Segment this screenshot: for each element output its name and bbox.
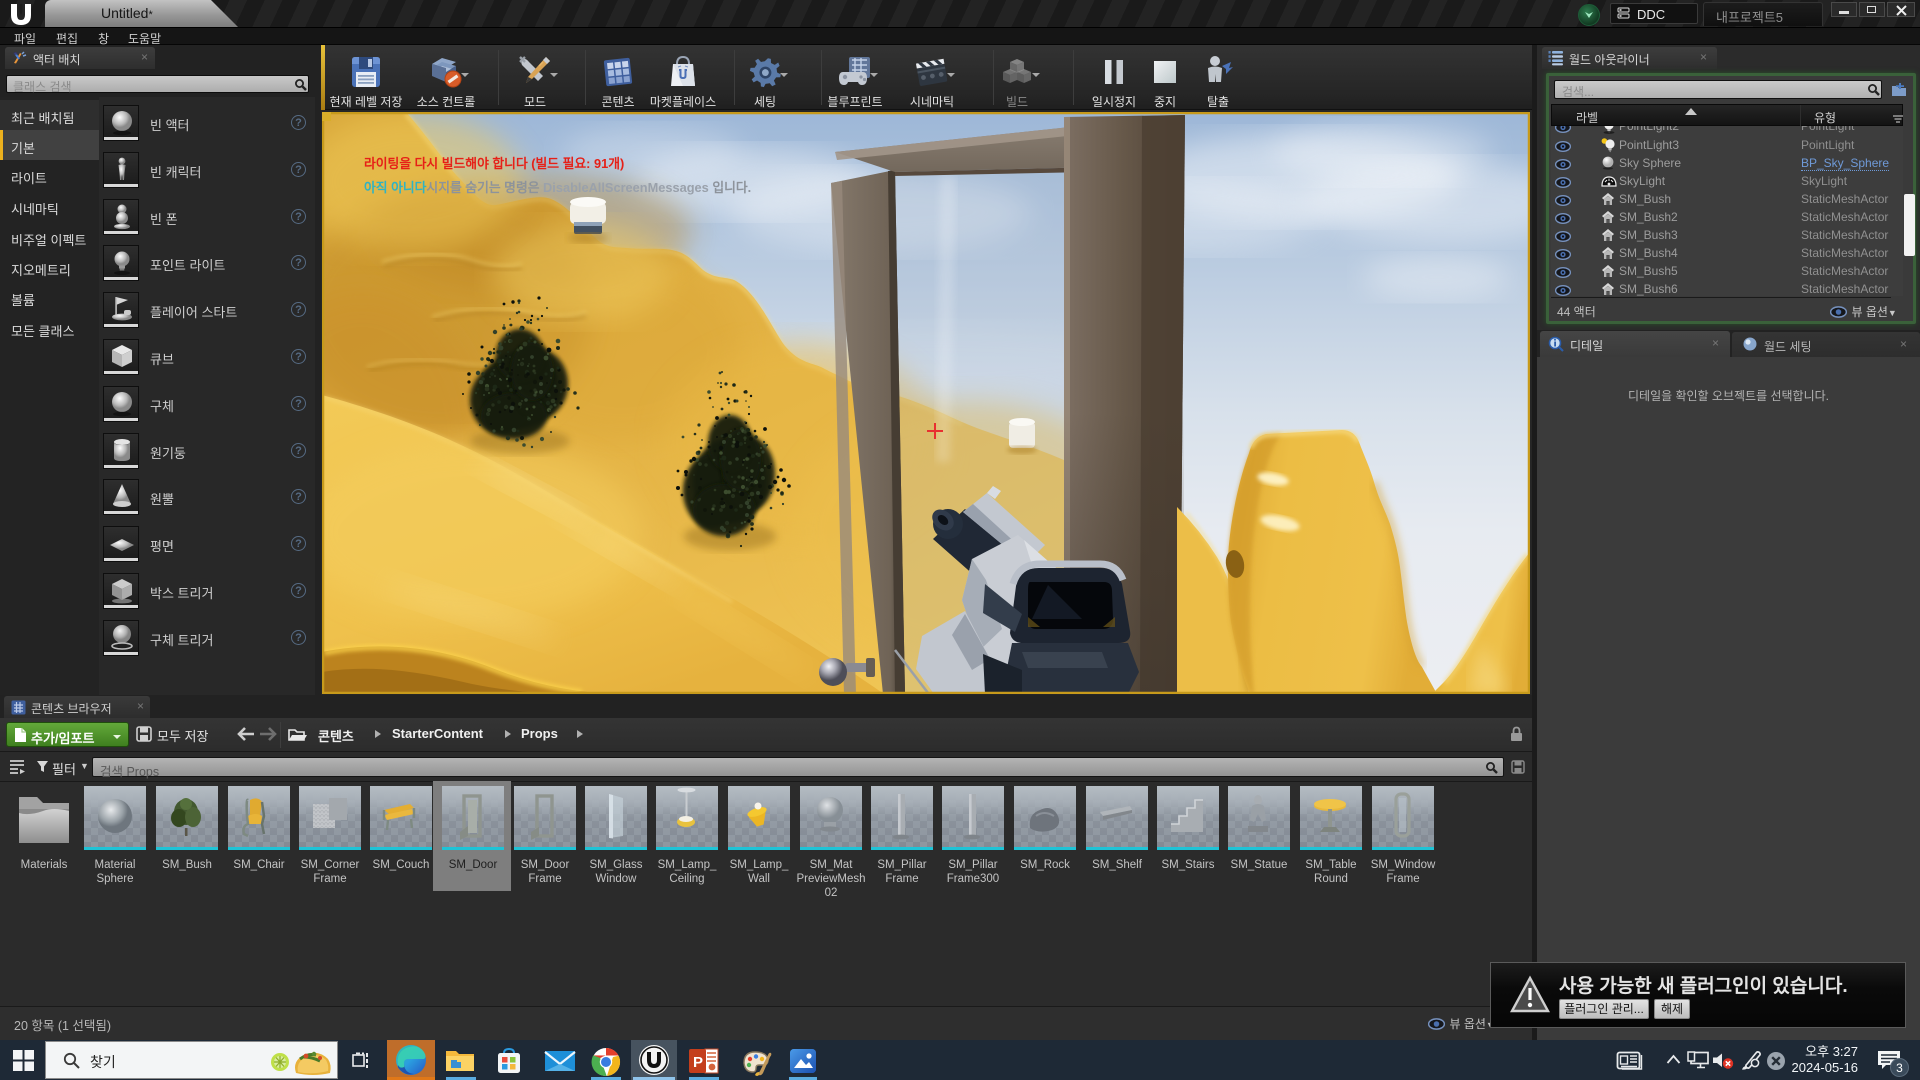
svg-text:아직 아니다시지를 숨기는 명령은 DisableAllSc: 아직 아니다시지를 숨기는 명령은 DisableAllScreenMessag… <box>364 180 751 195</box>
svg-text:라이팅을 다시 빌드해야 합니다 (빌드 필요: 91개): 라이팅을 다시 빌드해야 합니다 (빌드 필요: 91개) <box>364 156 624 171</box>
svg-text:P: P <box>693 1054 703 1071</box>
